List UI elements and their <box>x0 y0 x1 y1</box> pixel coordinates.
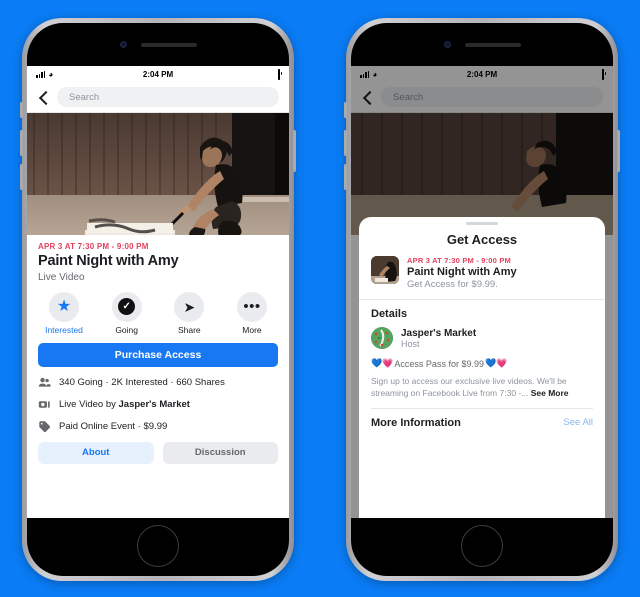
info-row-paid-event: Paid Online Event · $9.99 <box>38 420 278 433</box>
power-button[interactable] <box>617 130 620 172</box>
more-information-section: More Information See All <box>359 409 605 429</box>
phone-device-left: ◕ 2:04 PM Search APR 3 AT 7:30 PM - 9:00… <box>20 18 296 581</box>
mute-switch[interactable] <box>344 102 347 118</box>
ellipsis-icon: ••• <box>236 291 267 322</box>
phone-bezel-right: ◕ 2:04 PM Search Get Access APR 3 AT 7:3… <box>351 23 613 576</box>
heart-emoji-left: 💙💗 <box>371 358 394 368</box>
event-tabs: About Discussion <box>27 441 289 464</box>
host-name: Jasper's Market <box>401 327 477 339</box>
event-summary: APR 3 AT 7:30 PM - 9:00 PM Paint Night w… <box>27 235 289 283</box>
get-access-sheet: Get Access APR 3 AT 7:30 PM - 9:00 PM Pa… <box>359 217 605 518</box>
search-navbar-left: Search <box>27 82 289 113</box>
phone-top-hardware <box>27 23 289 66</box>
info-text: Paid Online Event · $9.99 <box>59 420 168 432</box>
access-pass-text: Access Pass for $9.99 <box>394 358 484 369</box>
sheet-event-text: APR 3 AT 7:30 PM - 9:00 PM Paint Night w… <box>407 256 593 290</box>
action-label: Share <box>177 324 201 335</box>
status-time: 2:04 PM <box>142 69 174 79</box>
purchase-access-button[interactable]: Purchase Access <box>38 342 278 367</box>
front-camera-icon <box>119 41 127 48</box>
tab-about[interactable]: About <box>38 441 154 464</box>
host-text: Jasper's Market Host <box>401 328 476 349</box>
power-button[interactable] <box>293 130 296 172</box>
tab-discussion[interactable]: Discussion <box>162 441 278 464</box>
action-label: More <box>242 324 262 335</box>
info-text: Live Video by Jasper's Market <box>59 399 190 410</box>
action-more[interactable]: ••• More <box>228 291 276 335</box>
event-hero-image[interactable] <box>27 113 289 235</box>
action-going[interactable]: ✓ Going <box>103 291 151 335</box>
more-information-heading: More Information See All <box>371 417 593 429</box>
volume-down-button[interactable] <box>344 164 347 190</box>
info-text-prefix: Live Video by <box>59 398 119 410</box>
event-description: Sign up to access our exclusive live vid… <box>371 375 593 400</box>
back-chevron-icon[interactable] <box>37 91 49 103</box>
action-share[interactable]: ➤ Share <box>165 291 213 335</box>
host-row[interactable]: Jasper's Market Host <box>371 327 593 349</box>
screen-left: ◕ 2:04 PM Search APR 3 AT 7:30 PM - 9:00… <box>27 66 289 518</box>
people-icon <box>38 376 51 389</box>
event-subtitle: Live Video <box>38 271 85 283</box>
search-input[interactable]: Search <box>57 87 279 107</box>
jaspers-market-avatar <box>371 327 393 349</box>
event-date: APR 3 AT 7:30 PM - 9:00 PM <box>38 242 149 251</box>
event-title: Paint Night with Amy <box>38 253 179 269</box>
action-label: Going <box>115 324 138 335</box>
sheet-event-date: APR 3 AT 7:30 PM - 9:00 PM <box>407 256 511 265</box>
earpiece-speaker <box>140 42 197 47</box>
info-text: 340 Going · 2K Interested · 660 Shares <box>59 376 225 388</box>
heart-emoji-right: 💙💗 <box>484 358 508 368</box>
screen-right: ◕ 2:04 PM Search Get Access APR 3 AT 7:3… <box>351 66 613 518</box>
phone-bezel-left: ◕ 2:04 PM Search APR 3 AT 7:30 PM - 9:00… <box>27 23 289 576</box>
status-bar-left: ◕ 2:04 PM <box>27 66 289 82</box>
host-name-inline[interactable]: Jasper's Market <box>119 399 190 410</box>
sheet-event-title: Paint Night with Amy <box>407 266 517 278</box>
info-row-attendance: 340 Going · 2K Interested · 660 Shares <box>38 376 278 389</box>
star-icon: ★ <box>49 291 79 322</box>
sheet-event-row: APR 3 AT 7:30 PM - 9:00 PM Paint Night w… <box>359 256 605 300</box>
battery-full-icon <box>278 68 280 80</box>
check-circle-icon: ✓ <box>111 291 142 322</box>
front-camera-icon <box>443 41 451 48</box>
details-heading-label: Details <box>371 308 408 320</box>
home-button[interactable] <box>461 525 503 567</box>
volume-down-button[interactable] <box>20 164 23 190</box>
status-right-group <box>278 68 280 80</box>
event-action-bar: ★ Interested ✓ Going ➤ Share ••• More <box>27 283 289 341</box>
video-camera-icon <box>38 398 51 411</box>
sheet-event-price: Get Access for $9.99. <box>407 279 498 290</box>
home-button[interactable] <box>137 525 179 567</box>
details-section: Details Jasper's Market Host 💙💗 Access P… <box>359 300 605 400</box>
host-role: Host <box>401 338 420 349</box>
sheet-title: Get Access <box>446 232 518 247</box>
action-label: Interested <box>45 324 83 335</box>
more-information-label: More Information <box>371 416 461 429</box>
cta-container: Purchase Access <box>27 341 289 367</box>
volume-up-button[interactable] <box>20 130 23 156</box>
event-info-list: 340 Going · 2K Interested · 660 Shares L… <box>27 367 289 433</box>
details-heading: Details <box>371 308 593 320</box>
earpiece-speaker <box>464 42 521 47</box>
event-thumbnail <box>371 256 399 284</box>
phone-top-hardware <box>351 23 613 66</box>
screenshot-stage: ◕ 2:04 PM Search APR 3 AT 7:30 PM - 9:00… <box>0 0 640 597</box>
mute-switch[interactable] <box>20 102 23 118</box>
access-pass-line: 💙💗 Access Pass for $9.99 💙💗 <box>371 358 593 369</box>
volume-up-button[interactable] <box>344 130 347 156</box>
see-more-link[interactable]: See More <box>531 388 569 398</box>
ticket-icon <box>38 420 51 433</box>
action-interested[interactable]: ★ Interested <box>40 291 88 335</box>
share-arrow-icon: ➤ <box>174 291 205 322</box>
see-all-link[interactable]: See All <box>563 417 593 428</box>
phone-device-right: ◕ 2:04 PM Search Get Access APR 3 AT 7:3… <box>344 18 620 581</box>
info-row-live-video: Live Video by Jasper's Market <box>38 398 278 411</box>
